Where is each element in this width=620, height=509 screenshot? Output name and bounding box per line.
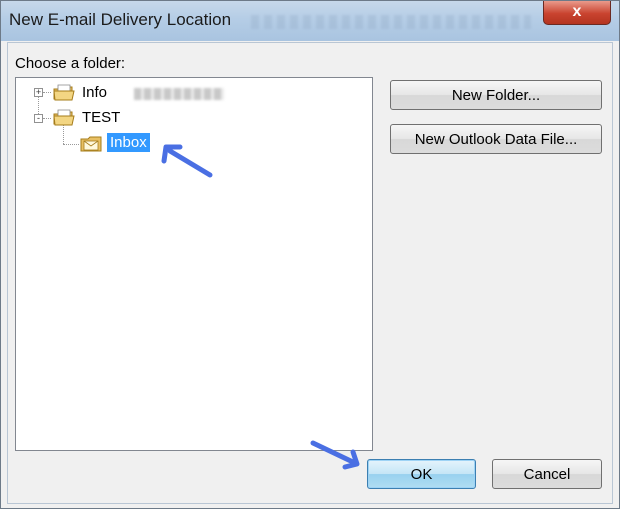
tree-connector (63, 144, 79, 145)
tree-item-test-label[interactable]: TEST (82, 109, 120, 126)
choose-folder-label: Choose a folder: (15, 55, 126, 72)
new-outlook-data-file-button[interactable]: New Outlook Data File... (390, 124, 602, 154)
dialog-title: New E-mail Delivery Location (9, 10, 232, 29)
tree-item-info-label[interactable]: Info (82, 84, 107, 101)
background-blur (251, 15, 531, 29)
tree-connector (63, 124, 64, 144)
dialog-window: New E-mail Delivery Location x Choose a … (0, 0, 620, 509)
tree-connector (43, 118, 51, 119)
folder-tree[interactable]: + Info - TEST Inbox (15, 77, 373, 451)
ok-button[interactable]: OK (367, 459, 476, 489)
tree-connector (43, 92, 51, 93)
data-file-folder-icon (53, 84, 75, 101)
redacted-account-name (134, 88, 224, 100)
data-file-folder-icon (53, 109, 75, 126)
annotation-arrow-icon (310, 440, 360, 470)
close-button[interactable]: x (543, 1, 611, 25)
new-folder-button[interactable]: New Folder... (390, 80, 602, 110)
collapse-test-button[interactable]: - (34, 114, 43, 123)
tree-item-inbox-label[interactable]: Inbox (107, 133, 150, 152)
title-bar[interactable]: New E-mail Delivery Location x (1, 1, 619, 41)
expand-info-button[interactable]: + (34, 88, 43, 97)
inbox-folder-icon (80, 136, 102, 152)
annotation-arrow-icon (161, 144, 213, 178)
cancel-button[interactable]: Cancel (492, 459, 602, 489)
